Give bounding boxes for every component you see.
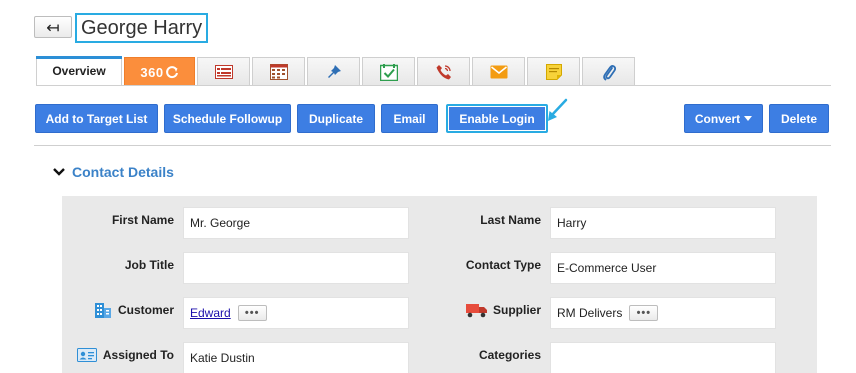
customer-label: Customer xyxy=(62,297,174,323)
delete-button[interactable]: Delete xyxy=(769,104,829,133)
supplier-label-text: Supplier xyxy=(492,303,541,317)
add-to-target-list-label: Add to Target List xyxy=(45,111,148,126)
categories-field[interactable] xyxy=(550,342,776,373)
tab-overview-label: Overview xyxy=(52,64,106,78)
pin-icon xyxy=(327,65,341,78)
first-name-value: Mr. George xyxy=(190,216,251,230)
refresh-icon xyxy=(165,66,178,79)
invoice-icon xyxy=(214,65,233,79)
back-button[interactable]: ↤ xyxy=(34,16,72,38)
tab-360-label: 360 xyxy=(140,64,164,80)
contact-details-toggle[interactable]: Contact Details xyxy=(52,164,174,180)
calendar-grid-icon xyxy=(269,64,288,80)
caret-down-icon xyxy=(744,116,753,121)
delete-label: Delete xyxy=(780,111,818,126)
tab-attachments[interactable] xyxy=(582,57,635,86)
page-title-text: George Harry xyxy=(81,16,203,39)
assigned-to-label: Assigned To xyxy=(62,342,174,368)
page-title: George Harry xyxy=(75,13,209,43)
assigned-to-label-text: Assigned To xyxy=(102,348,174,362)
tab-calendar[interactable] xyxy=(252,57,305,86)
first-name-field[interactable]: Mr. George xyxy=(183,207,409,239)
last-name-value: Harry xyxy=(557,216,587,230)
paperclip-icon xyxy=(602,65,616,81)
schedule-followup-label: Schedule Followup xyxy=(172,111,283,126)
convert-dropdown-button[interactable]: Convert xyxy=(684,104,763,133)
tab-invoices[interactable] xyxy=(197,57,250,86)
supplier-value: RM Delivers xyxy=(557,306,623,320)
contact-type-label: Contact Type xyxy=(465,258,541,272)
customer-more-button[interactable]: ••• xyxy=(237,305,267,321)
job-title-label: Job Title xyxy=(124,258,174,272)
section-title: Contact Details xyxy=(72,164,174,180)
tab-360[interactable]: 360 xyxy=(124,57,195,86)
mail-icon xyxy=(490,65,507,79)
assigned-to-value: Katie Dustin xyxy=(190,351,255,365)
contact-type-value: E-Commerce User xyxy=(557,261,657,275)
tab-overview[interactable]: Overview xyxy=(36,56,122,86)
back-arrow-icon: ↤ xyxy=(46,17,60,37)
supplier-label: Supplier xyxy=(420,297,541,323)
customer-link[interactable]: Edward xyxy=(190,306,231,320)
tab-mail[interactable] xyxy=(472,57,525,86)
duplicate-button[interactable]: Duplicate xyxy=(297,104,375,133)
truck-icon xyxy=(465,304,487,318)
building-icon xyxy=(94,303,111,318)
tab-bar: Overview 360 xyxy=(36,56,637,86)
customer-field: Edward ••• xyxy=(183,297,409,329)
id-card-icon xyxy=(76,348,97,362)
enable-login-label: Enable Login xyxy=(459,111,535,126)
tab-notes[interactable] xyxy=(527,57,580,86)
supplier-field: RM Delivers ••• xyxy=(550,297,776,329)
first-name-label: First Name xyxy=(111,213,174,227)
duplicate-label: Duplicate xyxy=(308,111,363,126)
supplier-more-button[interactable]: ••• xyxy=(629,305,659,321)
tab-pins[interactable] xyxy=(307,57,360,86)
tab-tasks[interactable] xyxy=(362,57,415,86)
email-button[interactable]: Email xyxy=(381,104,438,133)
section-divider xyxy=(34,145,831,146)
last-name-label: Last Name xyxy=(480,213,541,227)
customer-label-text: Customer xyxy=(117,303,174,317)
assigned-to-field[interactable]: Katie Dustin xyxy=(183,342,409,373)
sticky-note-icon xyxy=(545,64,562,80)
enable-login-button[interactable]: Enable Login xyxy=(446,104,548,133)
phone-icon xyxy=(436,65,451,80)
categories-label: Categories xyxy=(478,348,541,362)
add-to-target-list-button[interactable]: Add to Target List xyxy=(35,104,158,133)
calendar-check-icon xyxy=(379,63,398,81)
chevron-down-icon xyxy=(52,165,66,179)
contact-type-field[interactable]: E-Commerce User xyxy=(550,252,776,284)
job-title-field[interactable] xyxy=(183,252,409,284)
tab-calls[interactable] xyxy=(417,57,470,86)
last-name-field[interactable]: Harry xyxy=(550,207,776,239)
convert-label: Convert xyxy=(694,111,741,126)
email-label: Email xyxy=(393,111,426,126)
pointer-arrow-icon xyxy=(548,98,568,121)
tab-underline xyxy=(36,85,831,86)
schedule-followup-button[interactable]: Schedule Followup xyxy=(164,104,291,133)
